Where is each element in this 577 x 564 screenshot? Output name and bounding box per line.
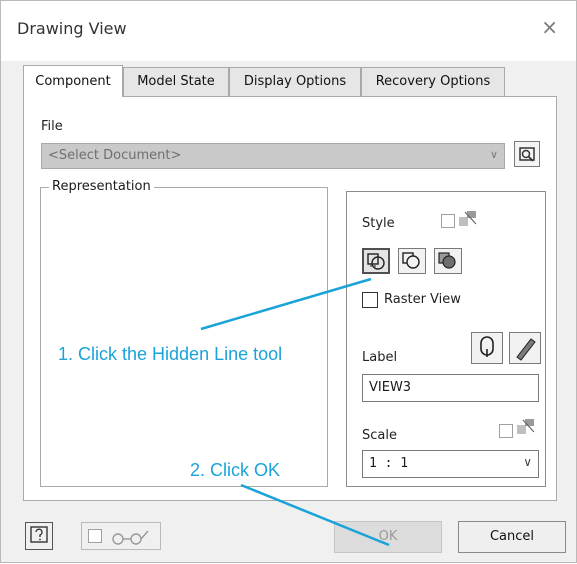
view-label-input[interactable]: VIEW3 <box>362 374 539 402</box>
tab-recovery-options[interactable]: Recovery Options <box>361 67 505 97</box>
shaded-button[interactable] <box>434 248 462 274</box>
glasses-icon <box>112 530 149 545</box>
annotation-step-2: 2. Click OK <box>190 460 281 480</box>
representation-title: Representation <box>49 179 154 194</box>
ok-button[interactable]: OK <box>334 521 442 553</box>
dialog-title: Drawing View <box>17 19 127 38</box>
label-heading: Label <box>362 350 398 365</box>
view-label-icon <box>480 336 494 357</box>
scale-from-base-icon <box>517 419 535 434</box>
file-select-value: <Select Document> <box>48 148 182 163</box>
scale-label: Scale <box>362 428 397 443</box>
hidden-line-icon <box>367 253 385 270</box>
style-options-box: Style Raster View Label VIEW3 Scale 1: … <box>346 191 546 487</box>
scale-select[interactable]: 1 : 1 ∨ <box>362 450 539 478</box>
edit-view-label-button[interactable] <box>471 332 503 364</box>
tab-display-options[interactable]: Display Options <box>229 67 361 97</box>
open-file-button[interactable] <box>514 141 540 167</box>
help-button[interactable] <box>25 522 53 550</box>
file-label: File <box>41 119 63 134</box>
file-select[interactable]: <Select Document> ∨ <box>41 143 505 169</box>
preview-checkbox[interactable] <box>88 529 102 543</box>
component-panel: File <Select Document> ∨ Representation … <box>23 96 557 501</box>
title-bar: Drawing View × <box>1 1 576 61</box>
drawing-view-dialog: Drawing View × Component Model State Dis… <box>0 0 577 563</box>
view-label-value: VIEW3 <box>369 380 412 395</box>
label-visibility-button[interactable] <box>509 332 541 364</box>
style-from-base-checkbox[interactable] <box>441 214 455 228</box>
open-folder-icon <box>519 147 535 162</box>
annotation-step-1: 1. Click the Hidden Line tool <box>58 344 283 364</box>
style-label: Style <box>362 216 395 231</box>
cancel-button[interactable]: Cancel <box>458 521 566 553</box>
preview-toggle-group <box>81 522 161 550</box>
chevron-down-icon: ∨ <box>489 148 498 161</box>
raster-view-label: Raster View <box>384 292 461 307</box>
tab-component[interactable]: Component <box>23 65 123 97</box>
help-icon <box>30 526 48 543</box>
chevron-down-icon: ∨ <box>523 455 532 469</box>
tab-model-state[interactable]: Model State <box>123 67 229 97</box>
hidden-line-button[interactable] <box>362 248 390 274</box>
close-icon[interactable]: × <box>541 17 558 37</box>
pencil-icon <box>516 338 536 361</box>
scale-from-base-checkbox[interactable] <box>499 424 513 438</box>
hidden-line-removed-button[interactable] <box>398 248 426 274</box>
representation-group: Representation <box>40 179 328 487</box>
shaded-icon <box>438 252 456 269</box>
scale-value: 1 : 1 <box>369 456 409 471</box>
hidden-line-removed-icon <box>402 252 420 269</box>
style-from-base-icon <box>459 211 477 226</box>
raster-view-checkbox[interactable] <box>362 292 378 308</box>
